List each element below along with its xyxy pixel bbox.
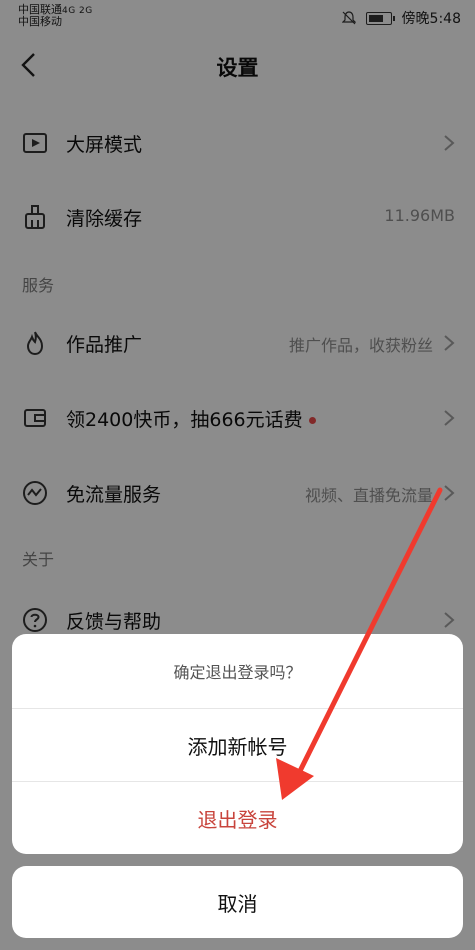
logout-action-sheet: 确定退出登录吗？ 添加新帐号 退出登录 [12, 634, 463, 854]
logout-button[interactable]: 退出登录 [12, 781, 463, 854]
logout-confirm-prompt: 确定退出登录吗？ [173, 663, 302, 682]
add-account-button[interactable]: 添加新帐号 [12, 708, 463, 781]
watermark-logo: Bai 经验 [376, 896, 451, 917]
